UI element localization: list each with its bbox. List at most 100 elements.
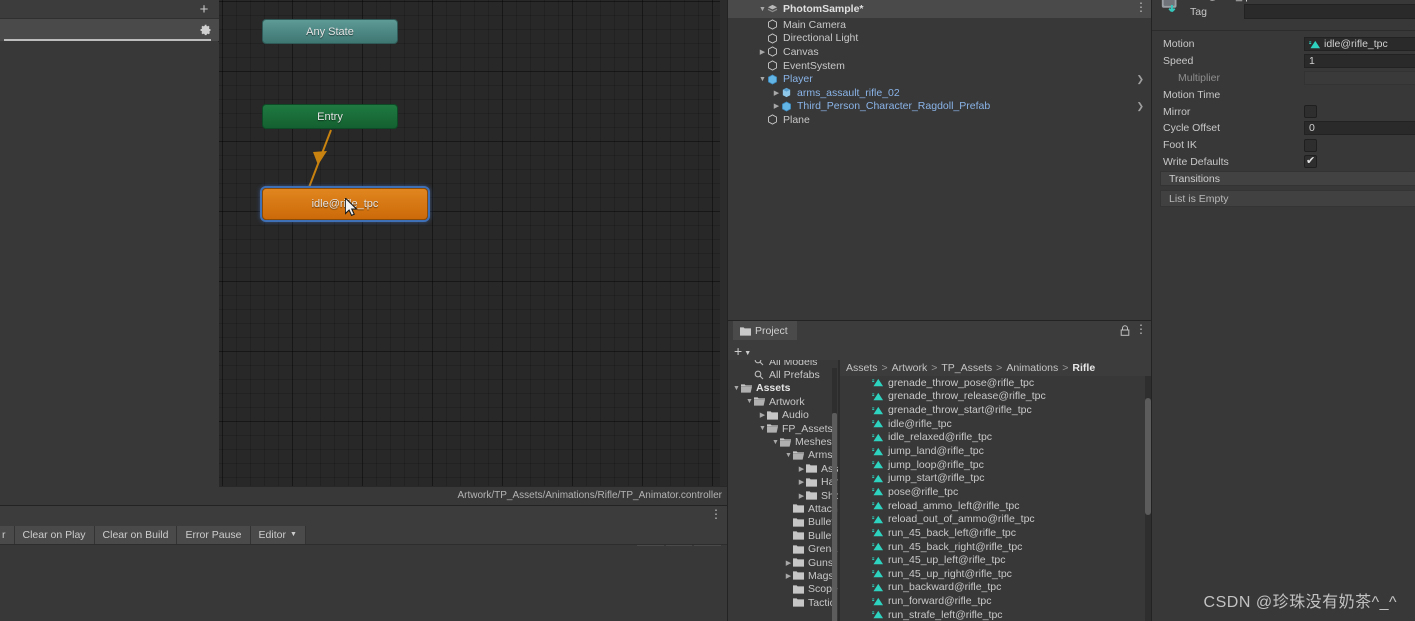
breadcrumb-item[interactable]: Animations	[1006, 362, 1058, 374]
project-asset-item[interactable]: grenade_throw_release@rifle_tpc	[840, 390, 1146, 404]
hierarchy-item[interactable]: EventSystem	[728, 59, 1152, 73]
chevron-right-icon[interactable]: ▶	[772, 89, 781, 97]
project-asset-item[interactable]: run_forward@rifle_tpc	[840, 594, 1146, 608]
project-menu-icon[interactable]: ⋮	[1135, 323, 1145, 337]
project-asset-item[interactable]: grenade_throw_pose@rifle_tpc	[840, 376, 1146, 390]
chevron-right-icon[interactable]: ▶	[758, 48, 767, 56]
project-tree-item[interactable]: ▶Audio	[728, 409, 838, 422]
project-asset-item[interactable]: idle_relaxed@rifle_tpc	[840, 431, 1146, 445]
project-asset-item[interactable]: pose@rifle_tpc	[840, 485, 1146, 499]
project-asset-item[interactable]: run_45_up_left@rifle_tpc	[840, 553, 1146, 567]
state-node-any-state[interactable]: Any State	[262, 19, 398, 44]
state-node-entry[interactable]: Entry	[262, 104, 398, 129]
lock-icon[interactable]	[1120, 325, 1130, 336]
hierarchy-scene-header[interactable]: ▼ PhotomSample* ⋮	[728, 0, 1152, 18]
animator-layer-row[interactable]	[0, 19, 219, 41]
console-menu-icon[interactable]: ⋮	[710, 508, 720, 522]
animator-layers-panel: +	[0, 0, 219, 505]
motion-field[interactable]: idle@rifle_tpc	[1304, 37, 1415, 51]
property-checkbox[interactable]	[1304, 155, 1317, 168]
hierarchy-item[interactable]: Directional Light	[728, 32, 1152, 46]
project-asset-item[interactable]: run_strafe_left@rifle_tpc	[840, 608, 1146, 621]
property-checkbox[interactable]	[1304, 105, 1317, 118]
project-create-button[interactable]: + ▼	[734, 343, 751, 359]
chevron-down-icon[interactable]: ▼	[784, 452, 793, 459]
clear-on-play-button[interactable]: Clear on Play	[15, 526, 95, 544]
property-field[interactable]: 0	[1304, 121, 1415, 135]
animator-graph-scrollbar[interactable]	[720, 0, 727, 486]
project-asset-item[interactable]: idle@rifle_tpc	[840, 417, 1146, 431]
project-tree-item[interactable]: ▼FP_Assets	[728, 422, 838, 435]
project-tree-item[interactable]: ▶Har	[728, 476, 838, 489]
open-prefab-arrow-icon[interactable]: ❯	[1136, 74, 1144, 85]
project-asset-item[interactable]: run_45_back_left@rifle_tpc	[840, 526, 1146, 540]
chevron-down-icon[interactable]: ▼	[758, 76, 767, 83]
inspector-tag-field[interactable]	[1244, 4, 1415, 19]
chevron-right-icon[interactable]: ▶	[797, 478, 806, 486]
project-tree-item[interactable]: ▼Arms	[728, 449, 838, 462]
hierarchy-menu-icon[interactable]: ⋮	[1135, 1, 1145, 15]
hierarchy-item[interactable]: ▶arms_assault_rifle_02	[728, 86, 1152, 100]
hierarchy-scene-row[interactable]: ▼ PhotomSample*	[728, 0, 1152, 18]
hierarchy-item[interactable]: ▶Third_Person_Character_Ragdoll_Prefab❯	[728, 100, 1152, 114]
clear-on-build-button[interactable]: Clear on Build	[95, 526, 178, 544]
project-asset-item[interactable]: jump_loop@rifle_tpc	[840, 458, 1146, 472]
chevron-right-icon[interactable]: ▶	[758, 411, 767, 419]
chevron-right-icon[interactable]: ▶	[784, 559, 793, 567]
breadcrumb-item[interactable]: Rifle	[1072, 362, 1095, 374]
add-layer-button[interactable]: +	[197, 3, 211, 17]
project-asset-item[interactable]: grenade_throw_start@rifle_tpc	[840, 403, 1146, 417]
breadcrumb-item[interactable]: TP_Assets	[941, 362, 992, 374]
breadcrumb-item[interactable]: Assets	[846, 362, 878, 374]
project-asset-item[interactable]: run_backward@rifle_tpc	[840, 581, 1146, 595]
property-field[interactable]: 1	[1304, 54, 1415, 68]
project-tree-label: Bullet	[808, 516, 834, 528]
project-tree-item[interactable]: Bullet	[728, 529, 838, 542]
chevron-down-icon[interactable]: ▼	[771, 439, 780, 446]
hierarchy-item[interactable]: Main Camera	[728, 18, 1152, 32]
chevron-down-icon[interactable]: ▼	[758, 6, 767, 13]
project-tree-item[interactable]: ▶Ass	[728, 462, 838, 475]
chevron-right-icon[interactable]: ▶	[772, 102, 781, 110]
property-checkbox[interactable]	[1304, 139, 1317, 152]
project-tree-item[interactable]: All Models	[728, 360, 838, 368]
chevron-down-icon[interactable]: ▼	[732, 385, 741, 392]
hierarchy-item[interactable]: ▼Player❯	[728, 72, 1152, 86]
animator-state-graph[interactable]: Any State Entry idle@rifle_tpc	[219, 0, 727, 486]
open-prefab-arrow-icon[interactable]: ❯	[1136, 101, 1144, 112]
project-tree-item[interactable]: All Prefabs	[728, 368, 838, 381]
project-tree-item[interactable]: ▶Sho	[728, 489, 838, 502]
project-tree-item[interactable]: Attach	[728, 502, 838, 515]
project-asset-item[interactable]: reload_out_of_ammo@rifle_tpc	[840, 512, 1146, 526]
console-editor-dropdown[interactable]: Editor ▼	[251, 526, 306, 544]
error-pause-button[interactable]: Error Pause	[177, 526, 250, 544]
project-tree-item[interactable]: ▼Meshes	[728, 435, 838, 448]
project-tree-item[interactable]: ▶Guns	[728, 556, 838, 569]
chevron-right-icon[interactable]: ▶	[797, 465, 806, 473]
breadcrumb-item[interactable]: Artwork	[892, 362, 928, 374]
project-tree-item[interactable]: Grena	[728, 542, 838, 555]
project-asset-item[interactable]: run_45_back_right@rifle_tpc	[840, 540, 1146, 554]
project-asset-item[interactable]: jump_start@rifle_tpc	[840, 471, 1146, 485]
project-tree-item[interactable]: Tactic	[728, 596, 838, 609]
console-message-list[interactable]	[0, 546, 727, 621]
hierarchy-item[interactable]: Plane	[728, 113, 1152, 127]
hierarchy-item[interactable]: ▶Canvas	[728, 45, 1152, 59]
chevron-down-icon[interactable]: ▼	[758, 425, 767, 432]
project-tree-scrollbar[interactable]	[832, 368, 837, 621]
project-tree-item[interactable]: Bullet	[728, 516, 838, 529]
project-tree-item[interactable]: Scope	[728, 583, 838, 596]
chevron-right-icon[interactable]: ▶	[797, 492, 806, 500]
project-tree-item[interactable]: ▶Mags	[728, 569, 838, 582]
project-asset-item[interactable]: jump_land@rifle_tpc	[840, 444, 1146, 458]
project-tree-item[interactable]: ▼Assets	[728, 382, 838, 395]
project-tab[interactable]: Project	[733, 321, 797, 340]
chevron-down-icon[interactable]: ▼	[745, 398, 754, 405]
gear-icon[interactable]	[200, 24, 212, 36]
chevron-right-icon[interactable]: ▶	[784, 572, 793, 580]
project-asset-item[interactable]: run_45_up_right@rifle_tpc	[840, 567, 1146, 581]
project-tree-item[interactable]: ▼Artwork	[728, 395, 838, 408]
inspector-property-row: Mirror	[1152, 103, 1415, 120]
clear-button[interactable]: r	[0, 526, 15, 544]
project-asset-item[interactable]: reload_ammo_left@rifle_tpc	[840, 499, 1146, 513]
